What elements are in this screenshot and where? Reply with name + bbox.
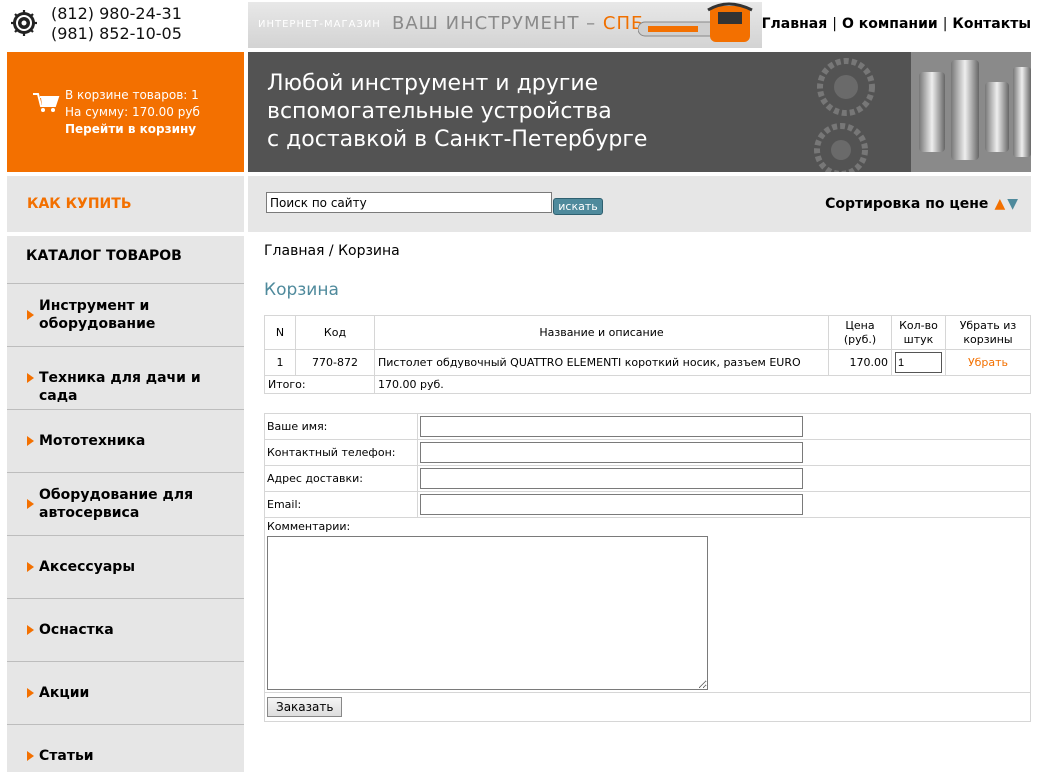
row-n: 1: [264, 349, 296, 376]
banner-subtitle: ИНТЕРНЕТ-МАГАЗИН: [258, 19, 381, 30]
total-label: Итого:: [264, 375, 375, 394]
hero-slogan: Любой инструмент и другие вспомогательны…: [267, 71, 648, 152]
remove-link[interactable]: Убрать: [968, 356, 1008, 369]
sidebar-category-item[interactable]: Оснастка: [7, 599, 244, 662]
arrow-right-icon: [27, 688, 34, 698]
hero-banner: Любой инструмент и другие вспомогательны…: [248, 52, 1031, 172]
sidebar: КАК КУПИТЬ КАТАЛОГ ТОВАРОВ Инструмент ио…: [7, 176, 244, 772]
top-navigation: Главная | О компании | Контакты: [762, 16, 1031, 32]
gear-logo-icon: [11, 10, 37, 36]
sidebar-category-item[interactable]: Статьи: [7, 725, 244, 772]
sidebar-category-label: Акции: [39, 685, 90, 701]
submit-cell: Заказать: [264, 692, 1031, 722]
arrow-right-icon: [27, 436, 34, 446]
col-price: Цена (руб.): [828, 315, 892, 350]
address-label: Адрес доставки:: [264, 465, 418, 492]
tools-sockets-image: [814, 52, 1031, 172]
sidebar-category-label: Статьи: [39, 748, 94, 764]
catalog-title: КАТАЛОГ ТОВАРОВ: [7, 236, 244, 284]
col-remove: Убрать из корзины: [945, 315, 1031, 350]
name-field[interactable]: [420, 416, 803, 437]
nav-about[interactable]: О компании: [842, 16, 938, 32]
row-name: Пистолет обдувочный QUATTRO ELEMENTI кор…: [374, 349, 829, 376]
phone-numbers: (812) 980-24-31 (981) 852-10-05: [51, 4, 182, 44]
breadcrumb[interactable]: Главная / Корзина: [264, 243, 400, 259]
name-label: Ваше имя:: [264, 413, 418, 440]
nav-home[interactable]: Главная: [762, 16, 828, 32]
address-field-cell: [417, 465, 1031, 492]
row-code: 770-872: [295, 349, 375, 376]
phone-field[interactable]: [420, 442, 803, 463]
email-label: Email:: [264, 491, 418, 518]
row-qty-cell: [891, 349, 946, 376]
row-price: 170.00: [828, 349, 892, 376]
order-submit-button[interactable]: Заказать: [267, 697, 343, 717]
sidebar-category-item[interactable]: Оборудование для автосервиса: [7, 473, 244, 536]
table-row: 1 770-872 Пистолет обдувочный QUATTRO EL…: [264, 349, 1031, 376]
sidebar-category-item[interactable]: Мототехника: [7, 410, 244, 473]
arrow-right-icon: [27, 373, 34, 383]
sidebar-category-item[interactable]: Аксессуары: [7, 536, 244, 599]
sidebar-category-item[interactable]: Техника для дачи и сада: [7, 347, 244, 410]
how-to-buy-link[interactable]: КАК КУПИТЬ: [7, 176, 244, 232]
sidebar-category-label: Инструмент и оборудование: [39, 298, 156, 332]
sort-by-price: Сортировка по цене ▲ ▼: [825, 196, 1018, 212]
comment-textarea[interactable]: [267, 536, 708, 690]
sidebar-category-label: Мототехника: [39, 433, 146, 449]
comment-label: Комментарии:: [267, 520, 351, 533]
chainsaw-icon: [638, 2, 753, 42]
col-n: N: [264, 315, 296, 350]
order-form: Ваше имя: Контактный телефон: Адрес дост…: [264, 413, 1031, 722]
sidebar-category-label: Техника для дачи и сада: [39, 370, 201, 404]
total-row: Итого: 170.00 руб.: [264, 375, 1031, 394]
comment-cell: Комментарии:: [264, 517, 1031, 693]
nav-separator: |: [942, 16, 948, 32]
phone-label: Контактный телефон:: [264, 439, 418, 466]
go-to-cart-link[interactable]: Перейти в корзину: [65, 121, 200, 138]
arrow-right-icon: [27, 499, 34, 509]
header-contacts: (812) 980-24-31 (981) 852-10-05: [0, 0, 248, 50]
banner-title: ВАШ ИНСТРУМЕНТ – СПБ: [392, 13, 645, 34]
nav-separator: |: [832, 16, 837, 32]
col-code: Код: [295, 315, 375, 350]
col-name: Название и описание: [374, 315, 829, 350]
shopping-cart-icon: [33, 93, 60, 112]
cart-summary[interactable]: В корзине товаров: 1 На сумму: 170.00 ру…: [7, 52, 244, 172]
page-title: Корзина: [264, 280, 339, 300]
quantity-input[interactable]: [895, 352, 942, 373]
search-input[interactable]: [266, 192, 552, 213]
arrow-right-icon: [27, 751, 34, 761]
name-field-cell: [417, 413, 1031, 440]
arrow-right-icon: [27, 310, 34, 320]
sort-label: Сортировка по цене: [825, 196, 989, 212]
sort-ascending-icon[interactable]: ▲: [994, 196, 1005, 212]
sort-descending-icon[interactable]: ▼: [1007, 196, 1018, 212]
col-qty: Кол-во штук: [891, 315, 946, 350]
nav-contacts[interactable]: Контакты: [952, 16, 1031, 32]
email-field-cell: [417, 491, 1031, 518]
sidebar-category-label: Оборудование для автосервиса: [39, 487, 194, 521]
email-field[interactable]: [420, 494, 803, 515]
sidebar-category-item[interactable]: Акции: [7, 662, 244, 725]
address-field[interactable]: [420, 468, 803, 489]
sidebar-category-label: Аксессуары: [39, 559, 135, 575]
sidebar-category-label: Оснастка: [39, 622, 114, 638]
cart-table: N Код Название и описание Цена (руб.) Кол…: [264, 315, 1031, 394]
phone-field-cell: [417, 439, 1031, 466]
phone-1: (812) 980-24-31: [51, 4, 182, 23]
phone-2: (981) 852-10-05: [51, 24, 182, 43]
cart-sum: На сумму: 170.00 руб: [65, 105, 200, 119]
sidebar-category-item[interactable]: Инструмент и оборудование: [7, 284, 244, 347]
table-header-row: N Код Название и описание Цена (руб.) Кол…: [264, 315, 1031, 350]
arrow-right-icon: [27, 562, 34, 572]
store-banner[interactable]: ИНТЕРНЕТ-МАГАЗИН ВАШ ИНСТРУМЕНТ – СПБ: [248, 2, 762, 48]
arrow-right-icon: [27, 625, 34, 635]
catalog-list: Инструмент и оборудование Техника для дачи…: [7, 284, 244, 772]
search-button[interactable]: искать: [553, 198, 603, 215]
row-remove-cell: Убрать: [945, 349, 1031, 376]
cart-count: В корзине товаров: 1: [65, 88, 199, 102]
search-bar: искать Сортировка по цене ▲▼: [248, 176, 1031, 232]
total-value: 170.00 руб.: [374, 375, 1031, 394]
